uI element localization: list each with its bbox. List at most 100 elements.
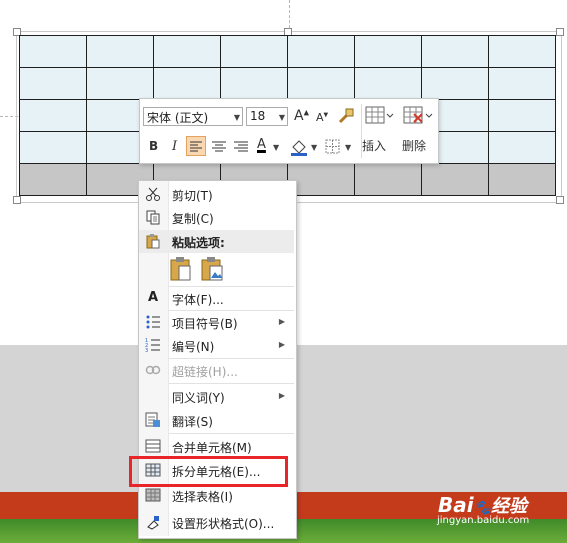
- grow-font-button[interactable]: A▲: [294, 108, 309, 124]
- insert-button[interactable]: 插入: [362, 137, 386, 154]
- table-cell[interactable]: [19, 67, 87, 100]
- menu-item-label: 编号(N): [172, 340, 215, 354]
- borders-icon[interactable]: [324, 137, 342, 155]
- watermark-url: jingyan.baidu.com: [437, 515, 530, 526]
- menu-item-label: 合并单元格(M): [172, 441, 252, 455]
- table-cell[interactable]: [488, 67, 556, 100]
- paste-as-picture-icon[interactable]: [200, 256, 224, 282]
- menu-item-format-shape[interactable]: 设置形状格式(O)...: [139, 511, 294, 534]
- table-cell[interactable]: [354, 163, 422, 196]
- menu-item-font[interactable]: A 字体(F)...: [139, 287, 294, 310]
- delete-button[interactable]: 删除: [402, 137, 426, 154]
- table-cell[interactable]: [488, 99, 556, 132]
- table-cell[interactable]: [19, 131, 87, 164]
- italic-button[interactable]: I: [172, 139, 177, 154]
- resize-handle-bottom-left[interactable]: [13, 196, 21, 204]
- menu-item-label: 粘贴选项:: [172, 236, 225, 250]
- submenu-arrow-icon: ▶: [278, 317, 285, 326]
- watermark-brand: Bai: [438, 493, 474, 517]
- menu-item-label: 复制(C): [172, 212, 214, 226]
- align-left-icon: [190, 141, 202, 152]
- submenu-arrow-icon: ▶: [278, 340, 285, 349]
- table-cell[interactable]: [488, 163, 556, 196]
- menu-item-label: 超链接(H)...: [172, 365, 238, 379]
- chevron-down-icon[interactable]: ▼: [279, 113, 285, 122]
- scissors-icon: [145, 186, 161, 202]
- table-cell[interactable]: [287, 35, 355, 68]
- menu-item-cut[interactable]: 剪切(T): [139, 183, 294, 206]
- font-name-combobox[interactable]: 宋体 (正文) ▼: [143, 107, 243, 126]
- clipboard-icon: [145, 233, 161, 249]
- menu-item-merge-cells[interactable]: 合并单元格(M): [139, 435, 294, 458]
- menu-item-label: 同义词(Y): [172, 391, 225, 405]
- menu-item-label: 翻译(S): [172, 415, 213, 429]
- align-right-icon[interactable]: [232, 137, 250, 155]
- table-cell[interactable]: [488, 131, 556, 164]
- table-cell[interactable]: [220, 35, 288, 68]
- font-color-button[interactable]: A: [257, 137, 266, 152]
- menu-item-copy[interactable]: 复制(C): [139, 206, 294, 229]
- delete-table-icon[interactable]: [402, 105, 434, 129]
- menu-item-translate[interactable]: 翻译(S): [139, 409, 294, 432]
- menu-item-synonyms[interactable]: 同义词(Y) ▶: [139, 385, 294, 408]
- svg-text:3: 3: [145, 348, 148, 353]
- shape-fill-icon[interactable]: [289, 137, 309, 157]
- translate-icon: [145, 412, 161, 428]
- table-cell[interactable]: [287, 163, 355, 196]
- table-cell[interactable]: [354, 67, 422, 100]
- table-cell[interactable]: [287, 67, 355, 100]
- resize-handle-top-right[interactable]: [556, 28, 564, 36]
- table-cell[interactable]: [153, 67, 221, 100]
- paste-keep-formatting-icon[interactable]: [169, 256, 193, 282]
- table-cell[interactable]: [153, 35, 221, 68]
- format-painter-icon[interactable]: [337, 107, 355, 125]
- mini-toolbar: 宋体 (正文) ▼ 18 ▼ A▲ A▼ 插入 删除 B I A ▼ ▼ ▼: [139, 98, 439, 164]
- table-cell[interactable]: [354, 35, 422, 68]
- delete-label: 删除: [402, 139, 427, 153]
- table-cell[interactable]: [421, 67, 489, 100]
- resize-handle-bottom-right[interactable]: [556, 196, 564, 204]
- select-table-icon: [145, 487, 161, 503]
- chevron-down-icon[interactable]: ▼: [345, 143, 351, 152]
- menu-item-hyperlink: 超链接(H)...: [139, 359, 294, 382]
- bullets-icon: [145, 314, 161, 330]
- chevron-down-icon[interactable]: ▼: [311, 143, 317, 152]
- font-name-value: 宋体 (正文): [147, 111, 209, 125]
- chevron-down-icon[interactable]: ▼: [234, 113, 240, 122]
- table-cell[interactable]: [86, 67, 154, 100]
- font-size-combobox[interactable]: 18 ▼: [246, 107, 288, 126]
- table-cell[interactable]: [19, 99, 87, 132]
- menu-item-label: 设置形状格式(O)...: [172, 517, 275, 531]
- format-shape-icon: [145, 514, 161, 530]
- bold-label: B: [149, 139, 159, 153]
- merge-cells-icon: [145, 438, 161, 454]
- table-cell[interactable]: [19, 163, 87, 196]
- table-cell[interactable]: [421, 163, 489, 196]
- menu-item-select-table[interactable]: 选择表格(I): [139, 484, 294, 507]
- shrink-font-button[interactable]: A▼: [316, 111, 328, 124]
- align-left-button[interactable]: [186, 136, 206, 156]
- menu-item-bullets[interactable]: 项目符号(B) ▶: [139, 311, 294, 334]
- table-cell[interactable]: [220, 67, 288, 100]
- table-cell[interactable]: [488, 35, 556, 68]
- chevron-down-icon[interactable]: ▼: [273, 143, 279, 152]
- insert-table-icon[interactable]: [364, 105, 394, 129]
- table-row[interactable]: [19, 67, 556, 100]
- bold-button[interactable]: B: [149, 139, 158, 153]
- menu-item-label: 剪切(T): [172, 189, 213, 203]
- grow-font-label: A: [294, 108, 304, 124]
- table-cell[interactable]: [421, 35, 489, 68]
- font-color-label: A: [257, 137, 266, 152]
- table-row[interactable]: [19, 35, 556, 68]
- menu-item-label: 选择表格(I): [172, 490, 233, 504]
- italic-label: I: [172, 139, 178, 154]
- table-cell[interactable]: [86, 35, 154, 68]
- menu-item-paste-options: 粘贴选项:: [139, 230, 294, 253]
- align-center-icon[interactable]: [210, 137, 228, 155]
- submenu-arrow-icon: ▶: [278, 391, 285, 400]
- table-cell[interactable]: [19, 35, 87, 68]
- menu-separator: [169, 383, 294, 384]
- shrink-font-label: A: [316, 111, 324, 124]
- menu-item-numbering[interactable]: 123 编号(N) ▶: [139, 334, 294, 357]
- menu-separator: [169, 433, 294, 434]
